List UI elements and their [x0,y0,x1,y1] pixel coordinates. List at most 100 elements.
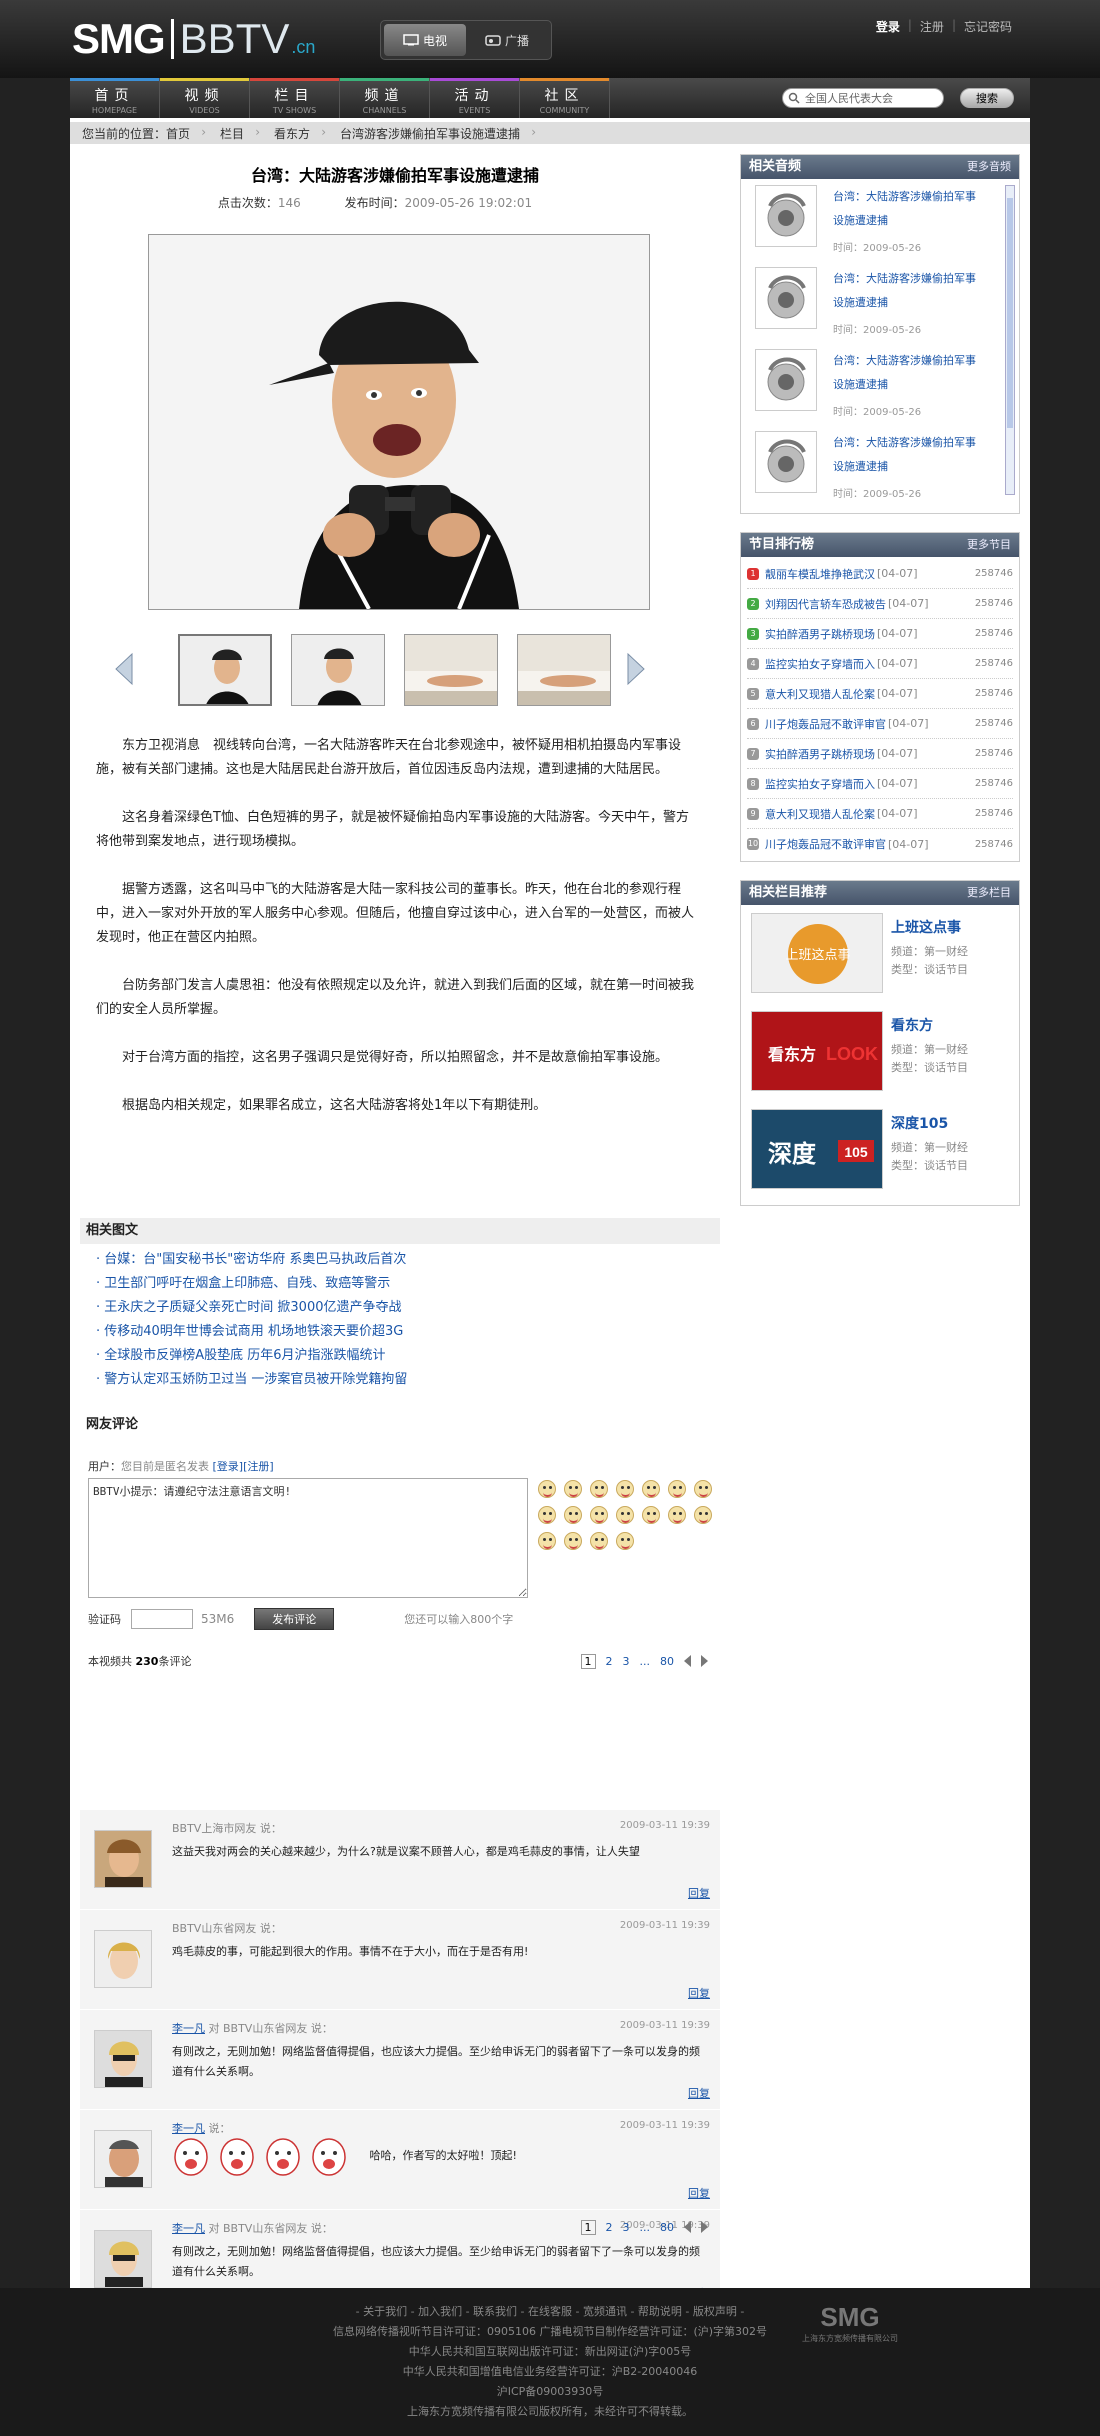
ranking-item[interactable]: 7 实拍醉酒男子跳桥现场 [04-07] 258746 [747,739,1013,769]
program-thumbnail[interactable]: 上班这点事 [751,913,883,993]
emoticon-icon[interactable] [694,1506,712,1524]
next-arrow-icon[interactable] [626,652,646,686]
more-programs-link[interactable]: 更多节目 [967,533,1011,557]
nav-videos[interactable]: 视频 VIDEOS [160,78,250,118]
nav-community[interactable]: 社区 COMMUNITY [520,78,610,118]
nav-events[interactable]: 活动 EVENTS [430,78,520,118]
page-link[interactable]: 2 [606,2221,613,2234]
thumbnail[interactable] [291,634,385,706]
audio-item[interactable]: 台湾：大陆游客涉嫌偷拍军事设施遭逮捕 时间：2009-05-26 [755,179,1005,259]
more-programs-link[interactable]: 更多栏目 [967,881,1011,905]
ranking-item[interactable]: 9 意大利又现猎人乱伦案 [04-07] 258746 [747,799,1013,829]
emoticon-icon[interactable] [590,1532,608,1550]
rank-title[interactable]: 川子炮轰品冠不敢评审官 [765,836,886,852]
register-link[interactable]: 注册 [912,18,952,35]
ranking-item[interactable]: 10 川子炮轰品冠不敢评审官 [04-07] 258746 [747,829,1013,859]
rank-title[interactable]: 监控实拍女子穿墙而入 [765,776,875,792]
rank-title[interactable]: 刘翔因代言轿车恐成被告 [765,596,886,612]
submit-comment-button[interactable]: 发布评论 [254,1608,335,1630]
tab-radio[interactable]: 广播 [466,24,548,56]
emoticon-icon[interactable] [642,1480,660,1498]
program-name[interactable]: 深度105 [891,1113,948,1133]
search-input[interactable] [782,88,944,108]
audio-item[interactable]: 台湾：大陆游客涉嫌偷拍军事设施遭逮捕 时间：2009-05-26 [755,261,1005,341]
ranking-item[interactable]: 3 实拍醉酒男子跳桥现场 [04-07] 258746 [747,619,1013,649]
program-name[interactable]: 上班这点事 [891,917,961,937]
emoticon-icon[interactable] [590,1506,608,1524]
page-link[interactable]: 2 [606,1655,613,1668]
search-button[interactable]: 搜索 [960,88,1014,108]
related-pic-link[interactable]: · 王永庆之子质疑父亲死亡时间 掀3000亿遗产争夺战 [96,1296,696,1320]
comment-register-link[interactable]: [注册] [243,1460,274,1473]
nav-home[interactable]: 首页 HOMEPAGE [70,78,160,118]
program-item[interactable]: 看东方 LOOK 看东方 频道：第一财经 类型：谈话节目 [751,1011,1013,1097]
emoticon-icon[interactable] [668,1480,686,1498]
program-name[interactable]: 看东方 [891,1015,933,1035]
emoticon-icon[interactable] [642,1506,660,1524]
page-link[interactable]: 80 [660,1655,674,1668]
rank-title[interactable]: 实拍醉酒男子跳桥现场 [765,626,875,642]
comment-textarea[interactable]: BBTV小提示：请遵纪守法注意语言文明! [88,1478,528,1598]
audio-title[interactable]: 台湾：大陆游客涉嫌偷拍军事设施遭逮捕 [833,349,983,397]
comment-author-link[interactable]: 李一凡 [172,2022,205,2035]
related-pic-link[interactable]: · 全球股市反弹榜A股垫底 历年6月沪指涨跌幅统计 [96,1344,696,1368]
ranking-item[interactable]: 1 靓丽车模乱堆挣艳武汉 [04-07] 258746 [747,559,1013,589]
prev-page-icon[interactable] [684,1655,691,1667]
audio-title[interactable]: 台湾：大陆游客涉嫌偷拍军事设施遭逮捕 [833,431,983,479]
scrollbar-thumb[interactable] [1007,198,1013,428]
thumbnail[interactable] [404,634,498,706]
reply-link[interactable]: 回复 [688,1985,710,2001]
footer-links[interactable]: - 关于我们 - 加入我们 - 联系我们 - 在线客服 - 宽频通讯 - 帮助说… [0,2302,1100,2322]
page-link[interactable]: 80 [660,2221,674,2234]
rank-title[interactable]: 意大利又现猎人乱伦案 [765,686,875,702]
tab-tv[interactable]: 电视 [384,24,466,56]
ranking-item[interactable]: 4 监控实拍女子穿墙而入 [04-07] 258746 [747,649,1013,679]
rank-title[interactable]: 意大利又现猎人乱伦案 [765,806,875,822]
rank-title[interactable]: 监控实拍女子穿墙而入 [765,656,875,672]
nav-channels[interactable]: 频道 CHANNELS [340,78,430,118]
emoticon-icon[interactable] [694,1480,712,1498]
audio-item[interactable]: 台湾：大陆游客涉嫌偷拍军事设施遭逮捕 时间：2009-05-26 [755,425,1005,505]
related-pic-link[interactable]: · 传移动40明年世博会试商用 机场地铁滚天要价超3G [96,1320,696,1344]
reply-link[interactable]: 回复 [688,1885,710,1901]
page-link-current[interactable]: 1 [580,1653,596,1669]
page-link[interactable]: 3 [623,2221,630,2234]
program-item[interactable]: 上班这点事 上班这点事 频道：第一财经 类型：谈话节目 [751,913,1013,999]
scrollbar[interactable] [1005,185,1015,495]
captcha-input[interactable] [131,1609,193,1629]
reply-link[interactable]: 回复 [688,2085,710,2101]
reply-link[interactable]: 回复 [688,2185,710,2201]
emoticon-icon[interactable] [564,1480,582,1498]
program-thumbnail[interactable]: 看东方 LOOK [751,1011,883,1091]
site-logo[interactable]: SMG BBTV .cn [72,14,315,64]
thumbnail[interactable] [517,634,611,706]
ranking-item[interactable]: 6 川子炮轰品冠不敢评审官 [04-07] 258746 [747,709,1013,739]
breadcrumb-shows[interactable]: 栏目 [208,125,262,142]
program-thumbnail[interactable]: 深度 105 [751,1109,883,1189]
emoticon-icon[interactable] [616,1480,634,1498]
audio-item[interactable]: 台湾：大陆游客涉嫌偷拍军事设施遭逮捕 时间：2009-05-26 [755,343,1005,423]
emoticon-icon[interactable] [564,1506,582,1524]
emoticon-icon[interactable] [564,1532,582,1550]
login-link[interactable]: 登录 [868,18,908,35]
nav-shows[interactable]: 栏目 TV SHOWS [250,78,340,118]
emoticon-icon[interactable] [538,1532,556,1550]
prev-arrow-icon[interactable] [114,652,134,686]
page-link-current[interactable]: 1 [580,2219,596,2235]
ranking-item[interactable]: 2 刘翔因代言轿车恐成被告 [04-07] 258746 [747,589,1013,619]
next-page-icon[interactable] [701,2221,708,2233]
audio-title[interactable]: 台湾：大陆游客涉嫌偷拍军事设施遭逮捕 [833,267,983,315]
related-pic-link[interactable]: · 警方认定邓玉娇防卫过当 一涉案官员被开除党籍拘留 [96,1368,696,1392]
page-link[interactable]: 3 [623,1655,630,1668]
comment-login-link[interactable]: [登录] [213,1460,244,1473]
breadcrumb-program[interactable]: 看东方 [262,125,328,142]
ranking-item[interactable]: 5 意大利又现猎人乱伦案 [04-07] 258746 [747,679,1013,709]
emoticon-icon[interactable] [616,1532,634,1550]
emoticon-icon[interactable] [538,1480,556,1498]
next-page-icon[interactable] [701,1655,708,1667]
forgot-password-link[interactable]: 忘记密码 [956,18,1020,35]
related-pic-link[interactable]: · 卫生部门呼吁在烟盒上印肺癌、自残、致癌等警示 [96,1272,696,1296]
rank-title[interactable]: 靓丽车模乱堆挣艳武汉 [765,566,875,582]
emoticon-icon[interactable] [616,1506,634,1524]
program-item[interactable]: 深度 105 深度105 频道：第一财经 类型：谈话节目 [751,1109,1013,1195]
